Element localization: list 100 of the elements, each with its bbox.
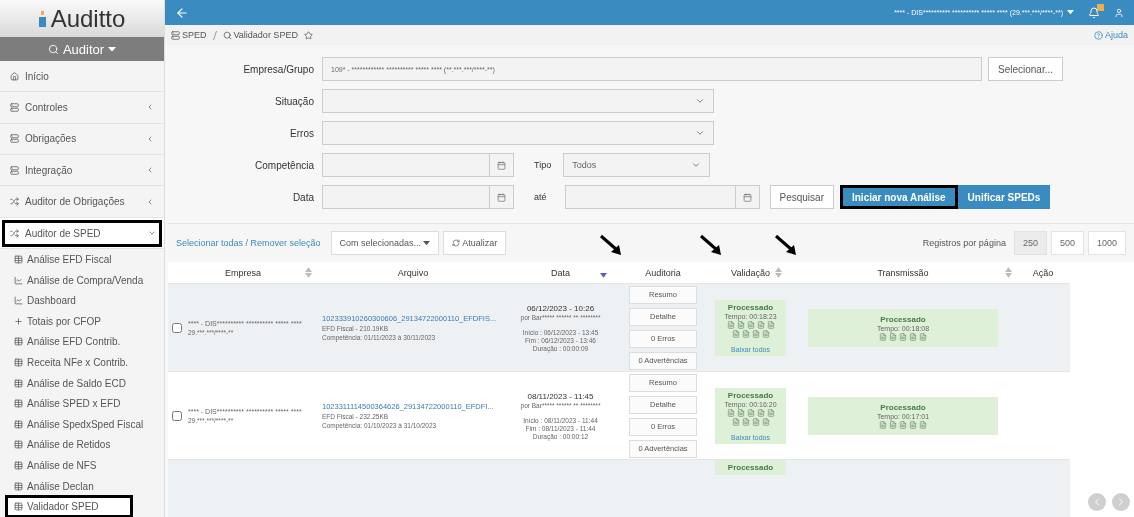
document-icon[interactable] [761,329,770,338]
document-icon[interactable] [751,329,760,338]
submenu-item[interactable]: Análise EFD Fiscal [0,249,164,270]
errors-select[interactable] [322,121,714,145]
submenu-item[interactable]: Análise de Retidos [0,434,164,456]
help-icon [1093,30,1103,40]
home-icon [10,71,19,81]
date-text: 08/11/2023 - 11:45 [527,391,594,401]
document-icon[interactable] [731,417,740,426]
page-size-option[interactable]: 1000 [1087,231,1126,255]
document-icon[interactable] [726,408,735,417]
document-icon[interactable] [731,329,740,338]
document-icon[interactable] [741,329,750,338]
document-icon[interactable] [756,320,765,329]
chevron-left-icon [146,103,154,112]
document-icon[interactable] [741,417,750,426]
document-icon[interactable] [736,320,745,329]
submenu-item[interactable]: Dashboard [0,290,164,312]
chevron-left-icon [146,134,154,143]
help-link[interactable]: Ajuda [1093,30,1128,40]
submenu-item[interactable]: Análise Declan [0,475,164,497]
previous-button[interactable] [1088,493,1106,511]
primary-button[interactable]: Unificar SPEDs [957,185,1051,209]
menu-item[interactable]: Auditor de SPED [0,217,164,250]
submenu-item[interactable]: Análise SpedxSped Fiscal [0,414,164,435]
table-icon [14,399,23,409]
column-header[interactable]: Arquivo [397,267,429,278]
document-icon[interactable] [899,420,907,429]
page-size-option[interactable]: 500 [1050,231,1084,255]
breadcrumb-link[interactable]: Validador SPED [222,30,298,40]
document-icon[interactable] [889,332,897,341]
submenu-item[interactable]: Análise de Saldo ECD [0,372,164,394]
row-checkbox[interactable] [172,322,182,333]
submenu-item[interactable]: Análise EFD Contrib. [0,331,164,353]
star-icon[interactable] [303,30,313,40]
document-icon[interactable] [889,420,897,429]
table-icon [14,255,23,265]
document-icon[interactable] [756,408,765,417]
database-icon [10,165,19,175]
chevron-down-icon [695,96,705,106]
calendar-button[interactable] [490,185,514,209]
submenu-item[interactable]: Análise de Compra/Venda [0,269,164,291]
primary-button[interactable]: Iniciar nova Análise [840,185,958,209]
document-icon[interactable] [736,408,745,417]
menu-item[interactable]: Auditor de Obrigações [0,186,164,218]
date-text: 06/12/2023 - 10:26 [526,303,595,313]
column-header[interactable]: Validação [731,267,770,278]
date-field[interactable] [322,185,490,209]
bell-icon[interactable] [1088,6,1100,19]
period-field[interactable] [322,153,490,177]
shuffle-icon [10,197,19,207]
submenu-item[interactable]: Análise de NFS [0,455,164,476]
caret-icon [423,240,431,246]
column-header[interactable]: Transmissão [877,267,929,278]
submenu-item[interactable]: Análise SPED x EFD [0,393,164,415]
column-header[interactable]: Data [551,267,570,278]
document-icon[interactable] [919,420,927,429]
date-field[interactable] [564,185,736,209]
document-icon[interactable] [751,417,760,426]
next-button[interactable] [1112,493,1130,511]
column-header[interactable]: Ação [1032,267,1054,278]
menu-item[interactable]: Integração [0,155,164,187]
document-icon[interactable] [879,420,887,429]
back-arrow-icon[interactable] [175,5,189,20]
menu-item[interactable]: Controles [0,92,164,124]
row-checkbox[interactable] [172,410,182,421]
document-icon[interactable] [746,320,755,329]
select-all-link[interactable]: Selecionar todas / Remover seleção [176,238,321,248]
select-button[interactable]: Selecionar... [988,57,1064,81]
search-icon [222,30,232,40]
type-select[interactable]: Todos [563,153,711,177]
submenu-item[interactable]: Validador SPED [6,496,132,517]
submenu-item[interactable]: Totais por CFOP [0,311,164,332]
document-icon[interactable] [766,408,775,417]
menu-item[interactable]: Início [0,60,164,93]
document-icon[interactable] [879,332,887,341]
menu-item[interactable]: Obrigações [0,123,164,156]
bulk-actions-dropdown[interactable]: Com selecionadas... [330,231,440,255]
calendar-button[interactable] [490,153,514,177]
document-icon[interactable] [761,417,770,426]
document-icon[interactable] [909,332,917,341]
table-icon [14,419,23,429]
user-icon[interactable] [1114,7,1124,18]
calendar-button[interactable] [735,185,760,209]
document-icon[interactable] [919,332,927,341]
document-icon[interactable] [766,320,775,329]
refresh-button[interactable]: Atualizar [443,231,507,255]
document-icon[interactable] [726,320,735,329]
profile-dropdown[interactable]: Auditor [0,37,164,61]
search-button[interactable]: Pesquisar [769,185,834,209]
submenu-item[interactable]: Receita NFe x Contrib. [0,352,164,373]
status-select[interactable] [322,89,714,113]
chevron-left-icon [146,197,154,206]
document-icon[interactable] [746,408,755,417]
breadcrumb-link[interactable]: SPED [171,30,207,40]
column-header[interactable]: Auditoria [645,267,681,278]
page-size-option[interactable]: 250 [1013,231,1047,255]
document-icon[interactable] [899,332,907,341]
column-header[interactable]: Empresa [225,267,261,278]
document-icon[interactable] [909,420,917,429]
